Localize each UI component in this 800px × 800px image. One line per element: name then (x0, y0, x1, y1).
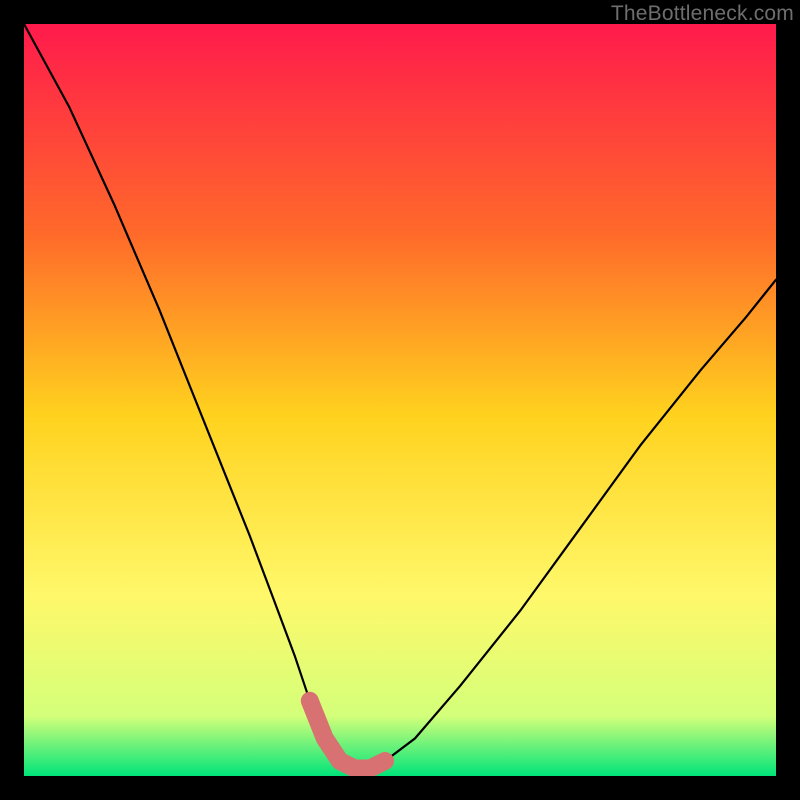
plot-area (24, 24, 776, 776)
bottleneck-chart (24, 24, 776, 776)
gradient-background (24, 24, 776, 776)
watermark-text: TheBottleneck.com (611, 2, 794, 26)
chart-stage: TheBottleneck.com (0, 0, 800, 800)
